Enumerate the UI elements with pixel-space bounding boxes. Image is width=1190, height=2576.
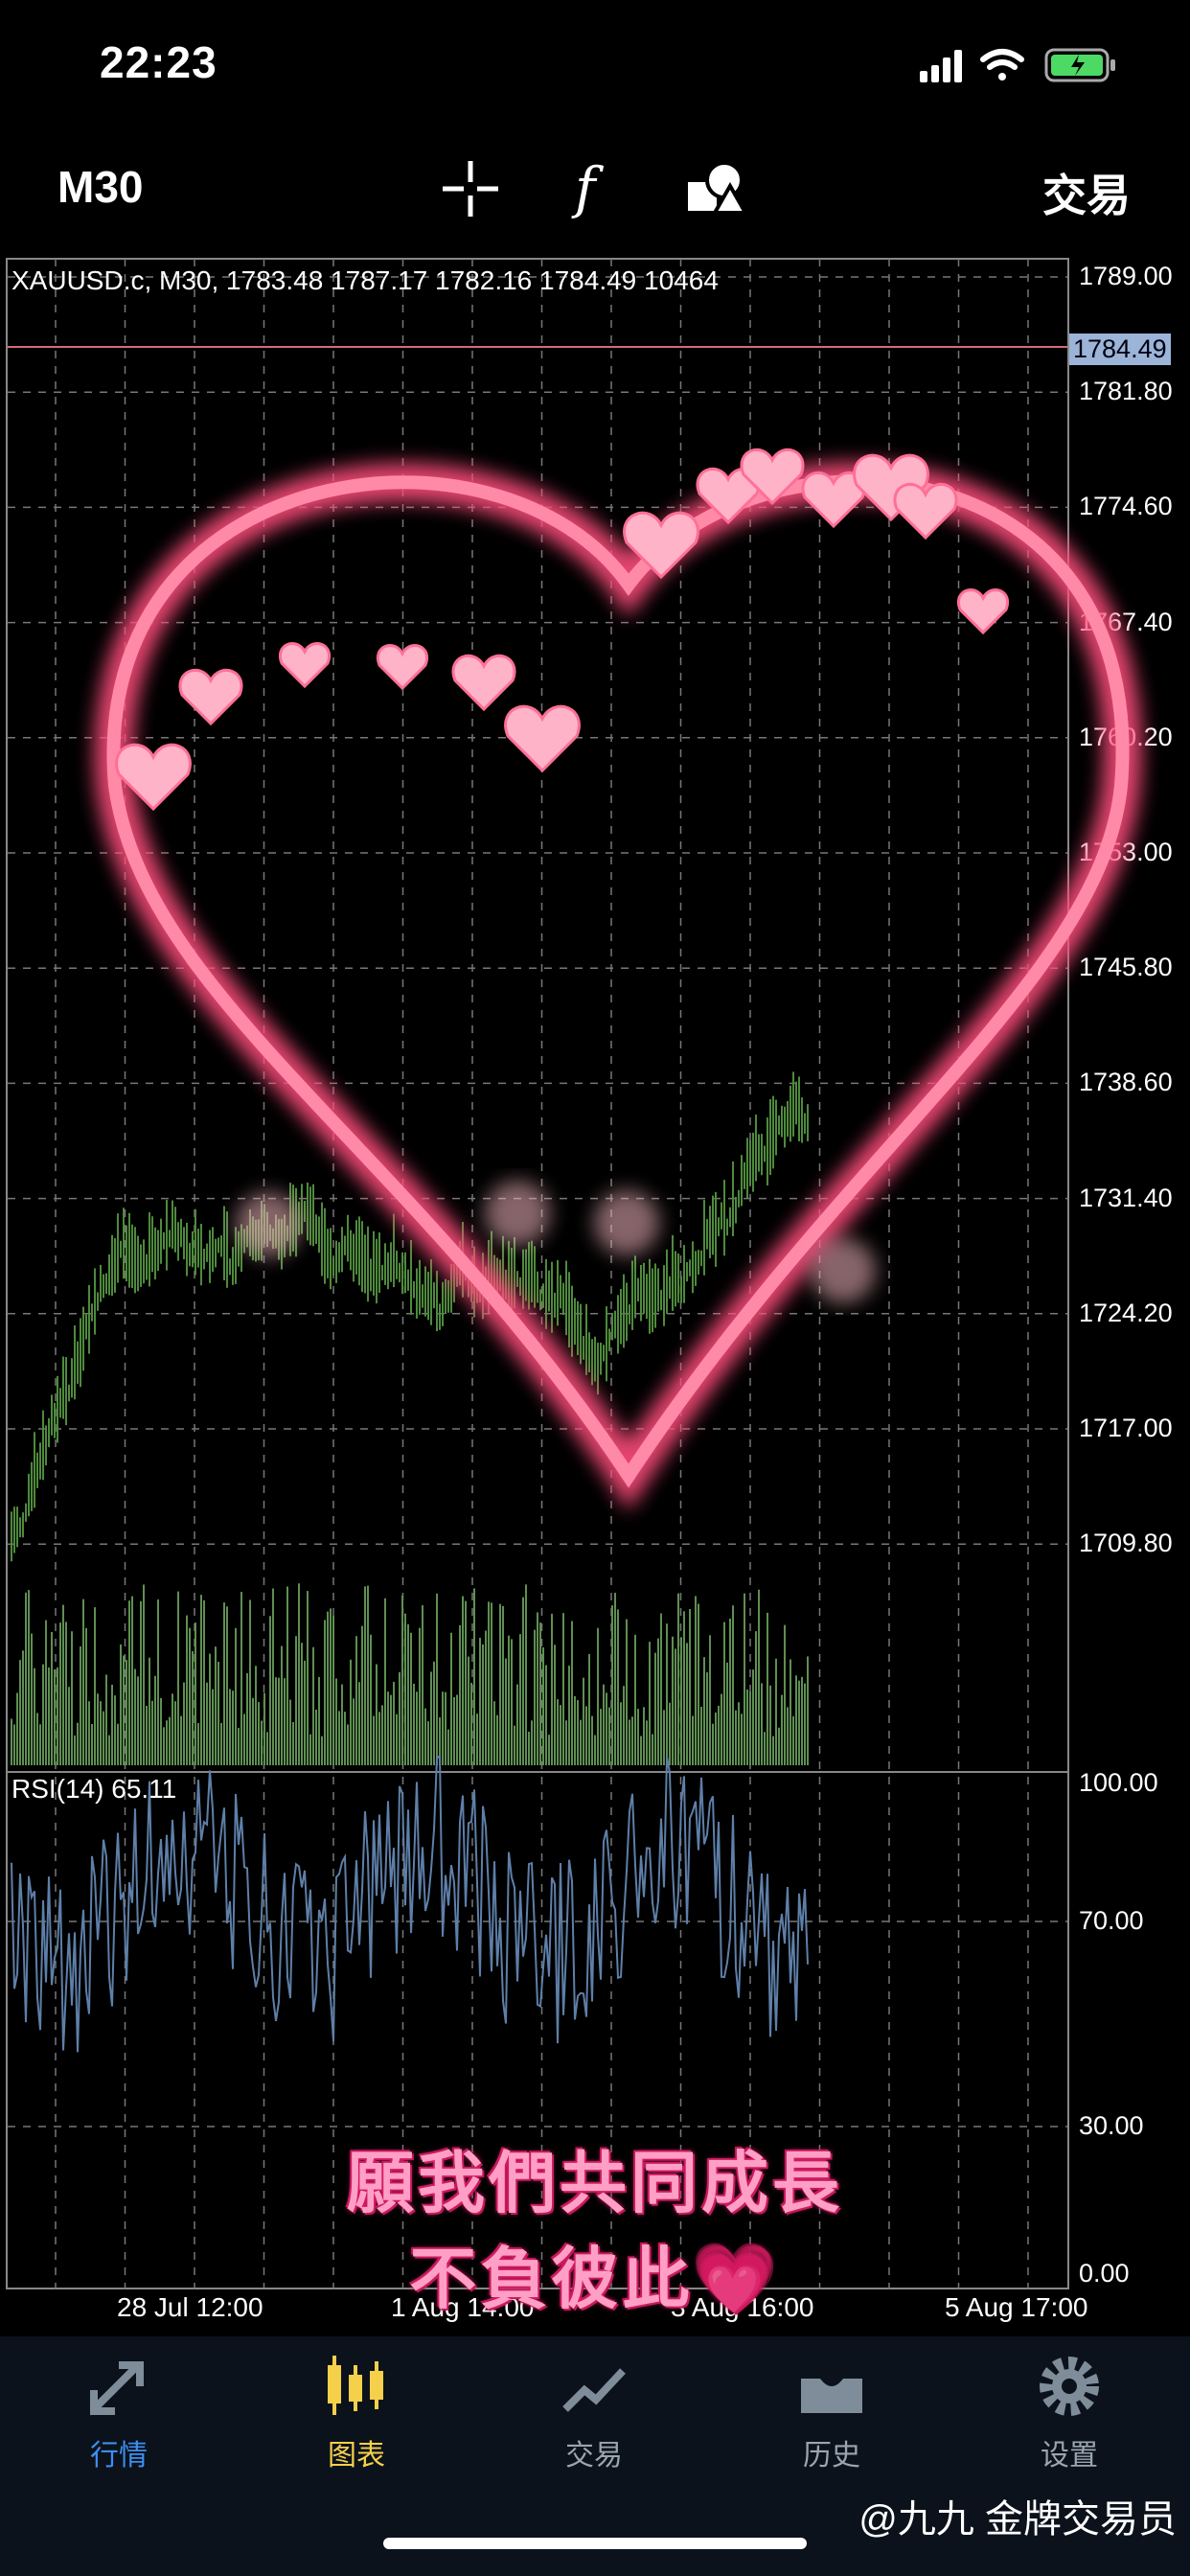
nav-trade[interactable]: 交易 — [498, 2352, 690, 2473]
status-icons — [920, 48, 1115, 82]
signal-icon — [920, 50, 962, 82]
nav-quotes[interactable]: 行情 — [23, 2352, 215, 2473]
nav-chart-label: 图表 — [328, 2440, 385, 2472]
rsi-level-label: 100.00 — [1079, 1768, 1158, 1797]
wifi-icon — [980, 49, 1024, 80]
nav-chart[interactable]: 图表 — [261, 2352, 452, 2473]
home-indicator — [383, 2538, 807, 2549]
trade-button[interactable]: 交易 — [1042, 161, 1131, 224]
rsi-label: RSI(14) 65.11 — [11, 1774, 176, 1804]
function-icon[interactable]: f — [569, 155, 617, 222]
watermark: @九九 金牌交易员 — [858, 2498, 1177, 2541]
history-icon — [801, 2379, 862, 2413]
trade-icon — [562, 2368, 626, 2412]
current-price-tag: 1784.49 — [1069, 334, 1171, 365]
overlay-caption-line1: 願我們共同成長 — [347, 2144, 843, 2222]
chart-icon — [328, 2356, 383, 2415]
svg-text:f: f — [571, 155, 605, 220]
battery-icon — [1044, 48, 1115, 82]
crosshair-icon[interactable] — [441, 159, 500, 218]
price-level-label: 1789.00 — [1079, 262, 1173, 290]
nav-trade-label: 交易 — [565, 2440, 623, 2472]
price-level-label: 1781.80 — [1079, 377, 1173, 406]
heart-sticker — [94, 448, 1142, 1511]
chart-info-line: XAUUSD.c, M30, 1783.48 1787.17 1782.16 1… — [11, 265, 719, 295]
nav-history-label: 历史 — [803, 2440, 860, 2472]
nav-quotes-label: 行情 — [90, 2440, 148, 2472]
nav-settings-label: 设置 — [1041, 2440, 1098, 2472]
gear-icon — [1040, 2357, 1099, 2416]
timeframe-button[interactable]: M30 — [57, 161, 143, 213]
nav-settings[interactable]: 设置 — [973, 2352, 1165, 2473]
nav-history[interactable]: 历史 — [736, 2352, 927, 2473]
quotes-icon — [90, 2361, 144, 2415]
status-time: 22:23 — [100, 37, 217, 87]
overlay-caption-line2: 不負彼此💗 — [409, 2240, 781, 2318]
rsi-level-label: 70.00 — [1079, 1906, 1144, 1935]
objects-icon[interactable] — [686, 159, 747, 218]
